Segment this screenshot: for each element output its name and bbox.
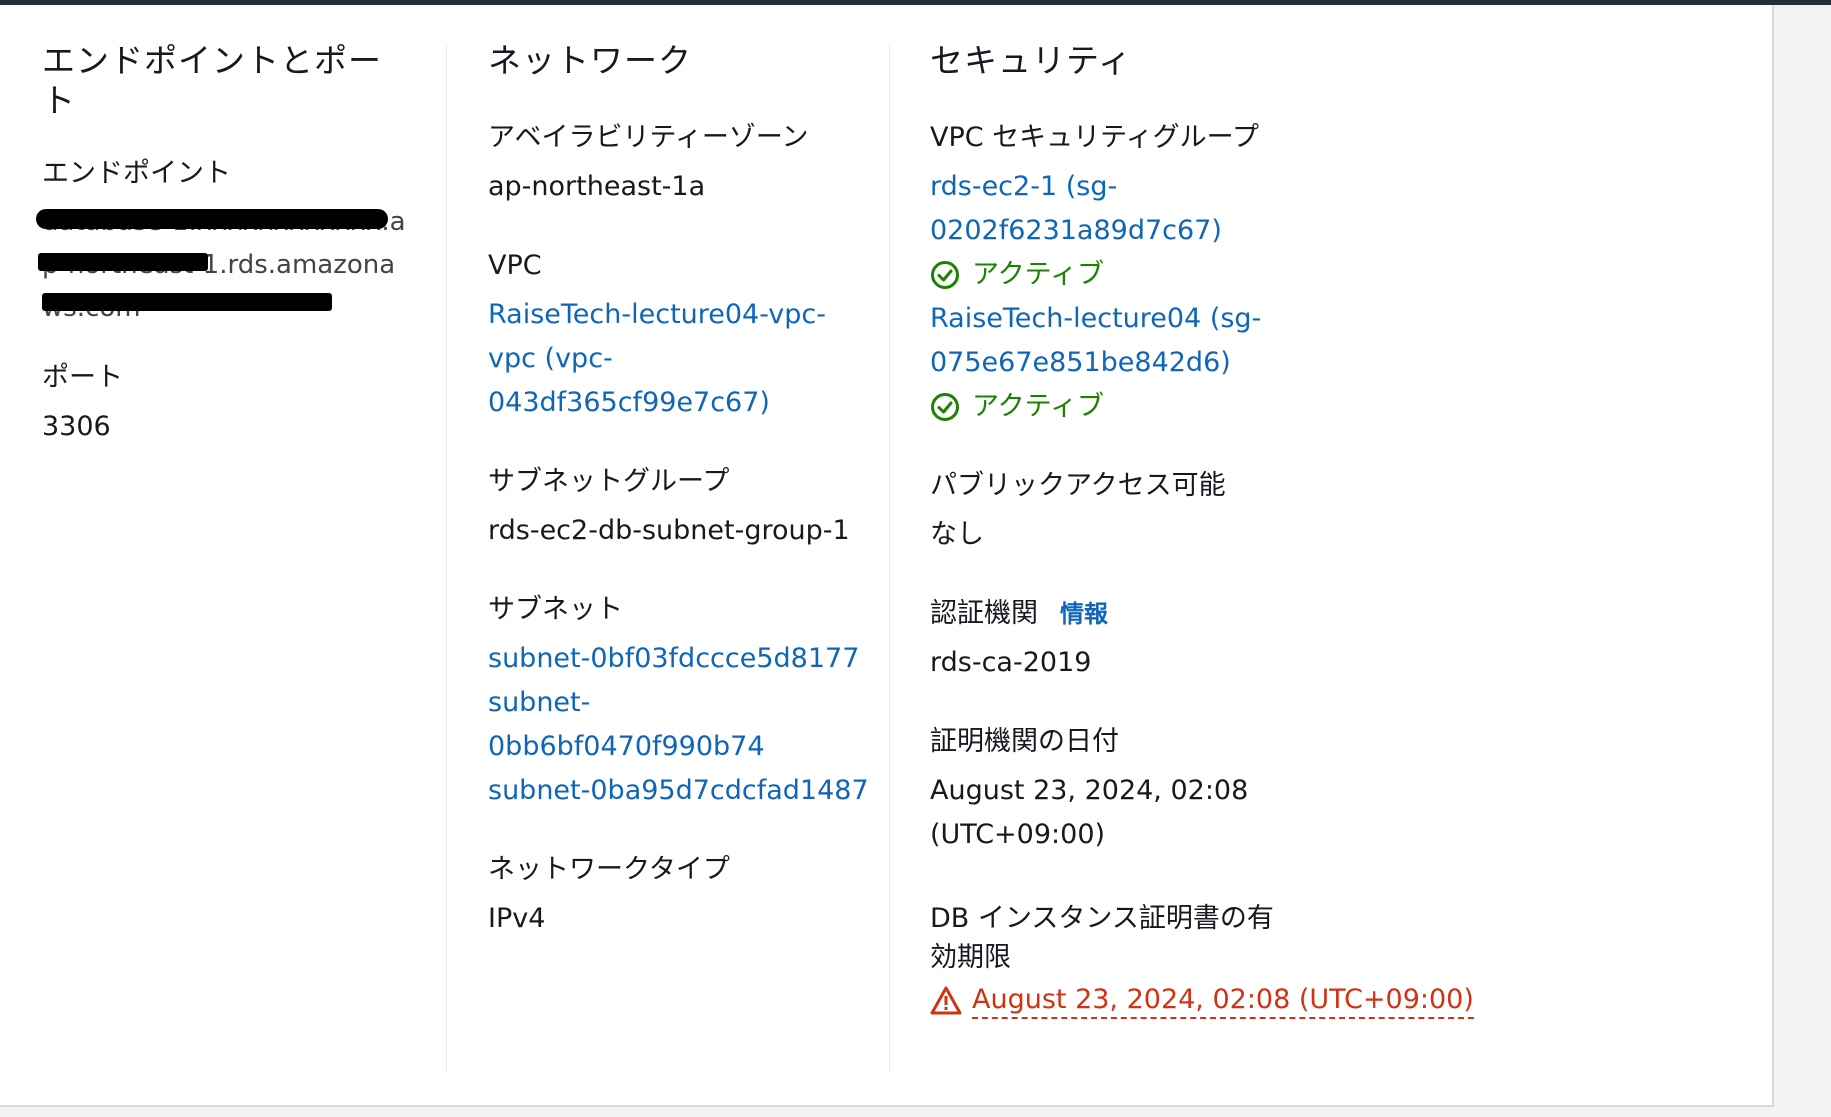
cert-expiry-label: 効期限 — [930, 942, 1011, 973]
ca-date-label: 証明機関の日付 — [930, 726, 1119, 757]
cert-expiry-group: DB インスタンス証明書の有 効期限 August 23, 2024, 02:0… — [930, 897, 1550, 1019]
vpc-link-line[interactable]: 043df365cf99e7c67) — [488, 381, 888, 425]
column-divider — [446, 45, 447, 1073]
ca-date-value: (UTC+09:00) — [930, 819, 1106, 850]
security-group-status: アクティブ — [930, 385, 1550, 429]
endpoint-value-container: database-1.xxxxxxxxxxxx.ap-northeast-1.r… — [36, 201, 412, 323]
endpoint-port-column: エンドポイントとポート エンドポイント database-1.xxxxxxxxx… — [36, 41, 412, 449]
security-column: セキュリティ VPC セキュリティグループ rds-ec2-1 (sg- 020… — [930, 41, 1550, 1019]
vpc-label: VPC — [488, 250, 542, 281]
security-group-link[interactable]: 075e67e851be842d6) — [930, 341, 1550, 385]
port-value: 3306 — [42, 411, 111, 442]
cert-expiry-value[interactable]: August 23, 2024, 02:08 (UTC+09:00) — [972, 983, 1474, 1019]
subnet-group-value: rds-ec2-db-subnet-group-1 — [488, 515, 850, 546]
subnets-label: サブネット — [488, 594, 623, 625]
subnet-group-group: サブネットグループ rds-ec2-db-subnet-group-1 — [488, 465, 888, 553]
availability-zone-label: アベイラビリティーゾーン — [488, 122, 809, 153]
ca-date-group: 証明機関の日付 August 23, 2024, 02:08 (UTC+09:0… — [930, 725, 1550, 857]
subnet-link[interactable]: subnet-0bf03fdccce5d8177 — [488, 637, 888, 681]
security-heading: セキュリティ — [930, 41, 1133, 80]
network-type-value: IPv4 — [488, 903, 546, 934]
check-circle-icon — [931, 393, 959, 421]
redaction-mark — [42, 293, 332, 311]
status-text: アクティブ — [972, 259, 1105, 290]
vpc-security-groups-label: VPC セキュリティグループ — [930, 122, 1259, 153]
vpc-security-groups-group: VPC セキュリティグループ rds-ec2-1 (sg- 0202f6231a… — [930, 121, 1550, 429]
warning-triangle-icon — [930, 986, 962, 1015]
security-group-status: アクティブ — [930, 253, 1550, 297]
endpoint-label: エンドポイント — [42, 158, 231, 189]
connectivity-panel: エンドポイントとポート エンドポイント database-1.xxxxxxxxx… — [0, 5, 1774, 1107]
info-link[interactable]: 情報 — [1060, 600, 1108, 628]
subnet-link[interactable]: subnet- — [488, 681, 888, 725]
vpc-group: VPC RaiseTech-lecture04-vpc- vpc (vpc- 0… — [488, 249, 888, 425]
security-group-link[interactable]: rds-ec2-1 (sg- — [930, 165, 1550, 209]
network-column: ネットワーク アベイラビリティーゾーン ap-northeast-1a VPC … — [488, 41, 888, 941]
vpc-link-line[interactable]: vpc (vpc- — [488, 337, 888, 381]
ca-date-value: August 23, 2024, 02:08 — [930, 775, 1249, 806]
port-label: ポート — [42, 362, 123, 393]
certificate-authority-label-text: 認証機関 — [930, 598, 1038, 629]
redaction-mark — [38, 253, 208, 271]
subnet-group-label: サブネットグループ — [488, 466, 730, 497]
availability-zone-group: アベイラビリティーゾーン ap-northeast-1a — [488, 121, 888, 209]
network-heading: ネットワーク — [488, 41, 692, 80]
status-text: アクティブ — [972, 391, 1105, 422]
public-access-group: パブリックアクセス可能 なし — [930, 469, 1550, 557]
public-access-value: なし — [930, 519, 984, 550]
endpoint-group: エンドポイント database-1.xxxxxxxxxxxx.ap-north… — [36, 157, 412, 323]
subnet-link[interactable]: subnet-0ba95d7cdcfad1487 — [488, 769, 888, 813]
subnets-group: サブネット subnet-0bf03fdccce5d8177 subnet- 0… — [488, 593, 888, 813]
vpc-link[interactable]: RaiseTech-lecture04-vpc- vpc (vpc- 043df… — [488, 293, 888, 425]
security-group-link[interactable]: 0202f6231a89d7c67) — [930, 209, 1550, 253]
network-type-group: ネットワークタイプ IPv4 — [488, 853, 888, 941]
cert-expiry-warning[interactable]: August 23, 2024, 02:08 (UTC+09:00) — [930, 983, 1550, 1019]
availability-zone-value: ap-northeast-1a — [488, 171, 706, 202]
certificate-authority-group: 認証機関 情報 rds-ca-2019 — [930, 597, 1550, 685]
security-group-link[interactable]: RaiseTech-lecture04 (sg- — [930, 297, 1550, 341]
public-access-label: パブリックアクセス可能 — [930, 470, 1226, 501]
vpc-link-line[interactable]: RaiseTech-lecture04-vpc- — [488, 293, 888, 337]
network-type-label: ネットワークタイプ — [488, 854, 730, 885]
column-divider — [889, 45, 890, 1073]
redaction-mark — [36, 209, 388, 229]
endpoint-port-heading: エンドポイントとポート — [42, 41, 382, 120]
certificate-authority-value: rds-ca-2019 — [930, 647, 1092, 678]
subnet-links: subnet-0bf03fdccce5d8177 subnet- 0bb6bf0… — [488, 637, 888, 813]
port-group: ポート 3306 — [42, 361, 412, 449]
security-group-list: rds-ec2-1 (sg- 0202f6231a89d7c67) アクティブ … — [930, 165, 1550, 429]
check-circle-icon — [931, 261, 959, 289]
subnet-link[interactable]: 0bb6bf0470f990b74 — [488, 725, 888, 769]
cert-expiry-label: DB インスタンス証明書の有 — [930, 903, 1274, 934]
certificate-authority-label: 認証機関 情報 — [930, 597, 1550, 631]
